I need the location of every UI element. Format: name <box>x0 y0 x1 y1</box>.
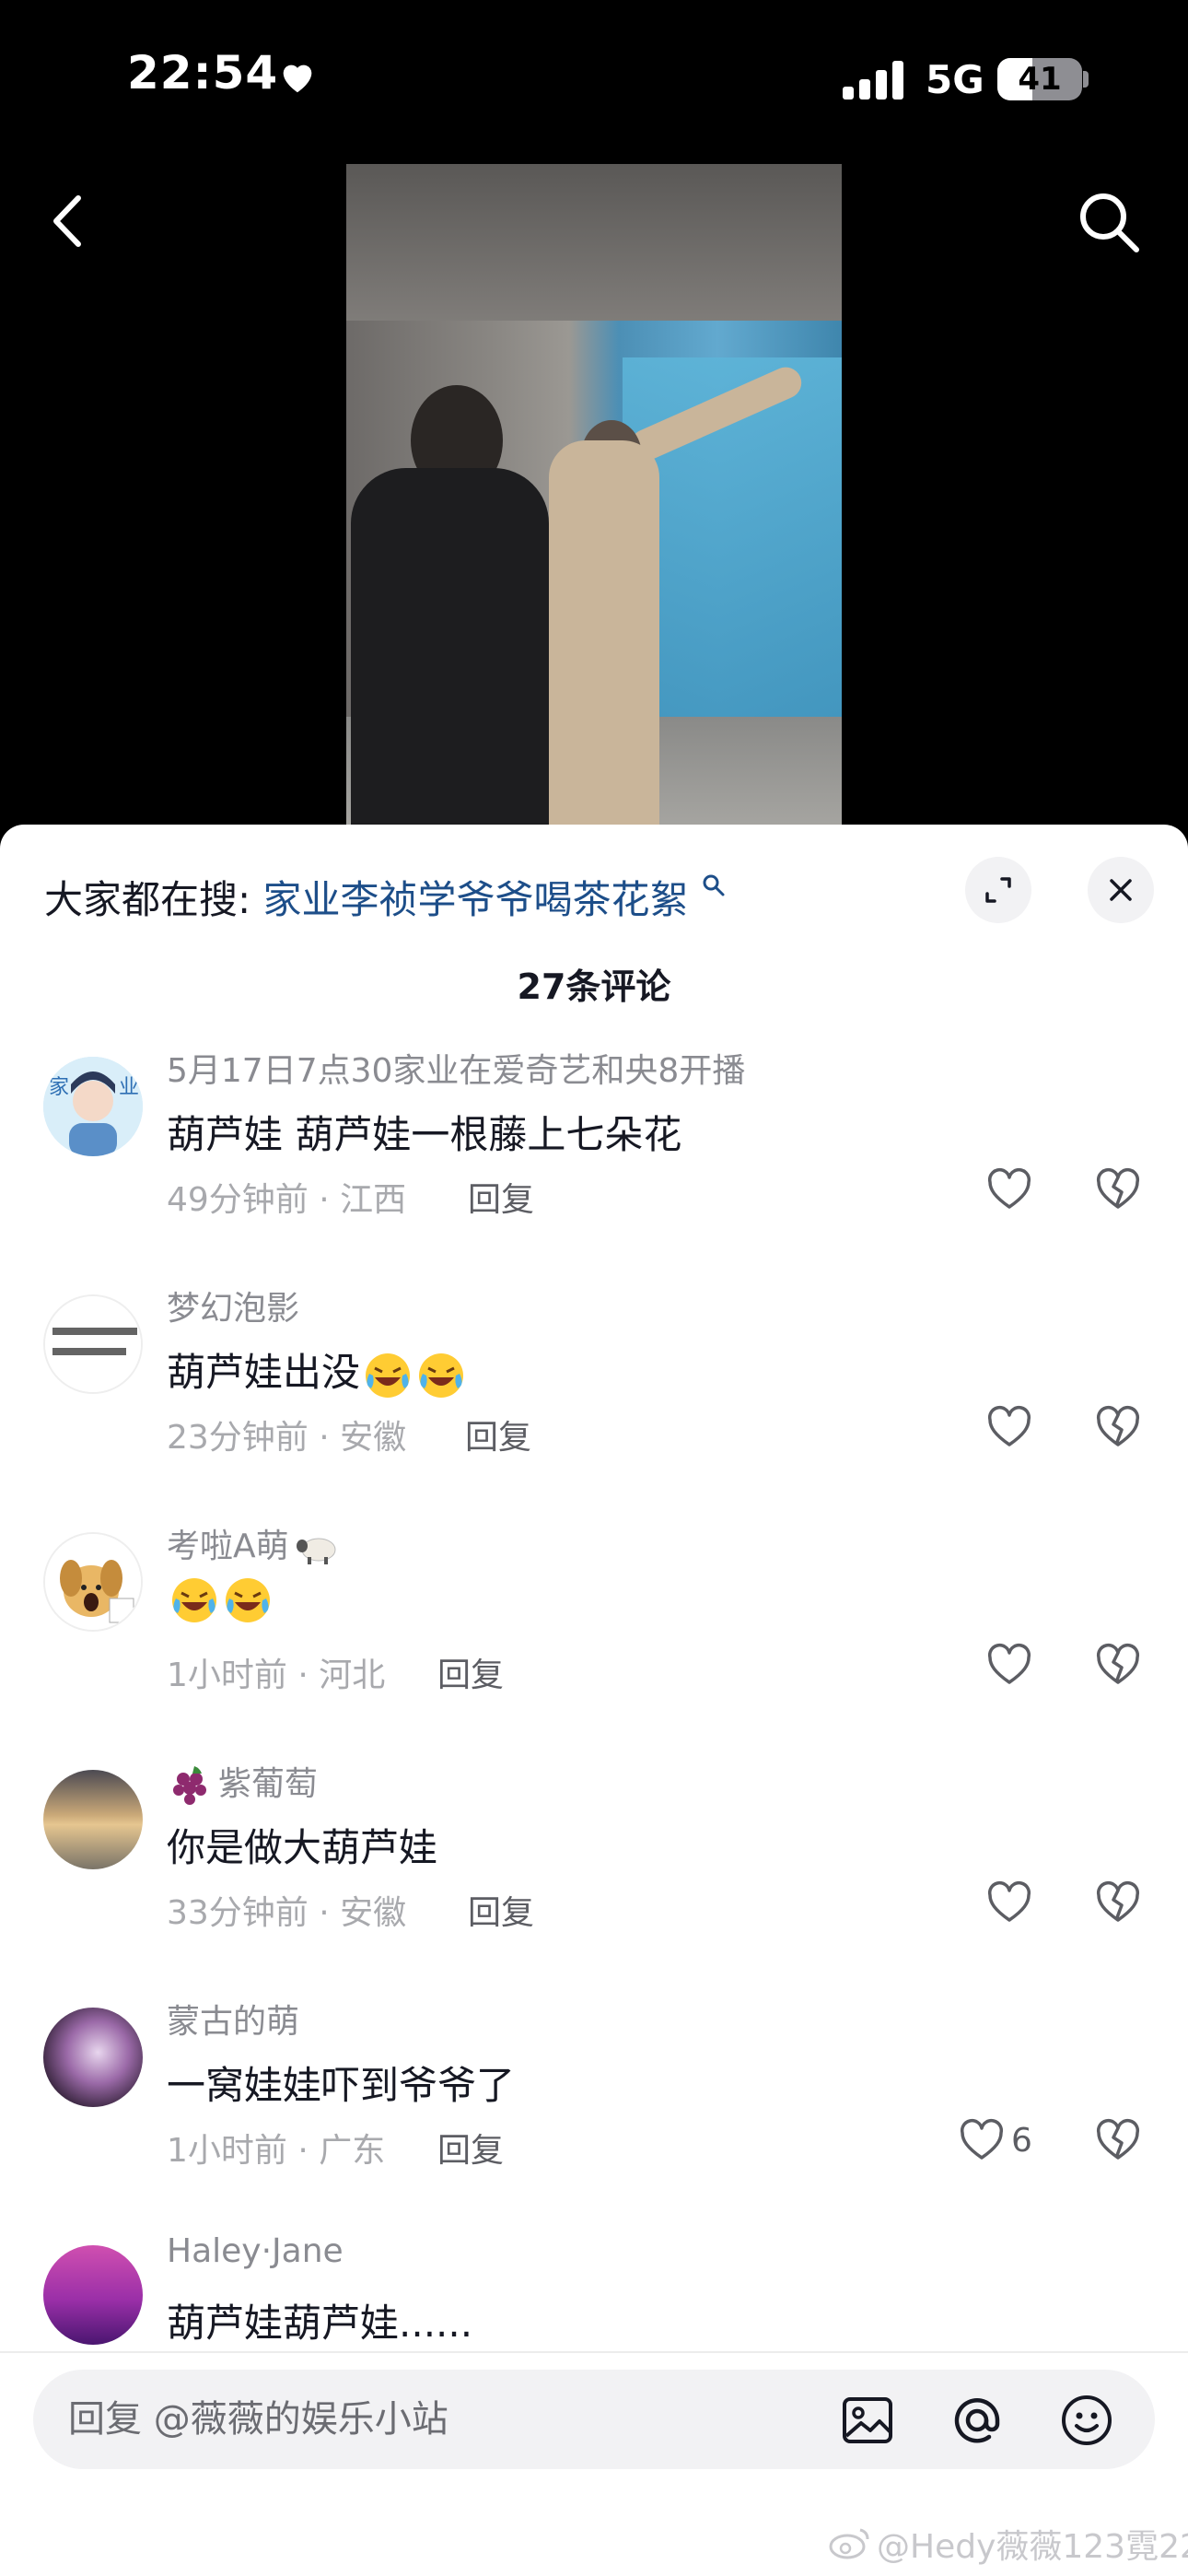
comment-count: 27条评论 <box>517 966 671 1007</box>
comment-item: 家业 5月17日7点30家业在爱奇艺和央8开播 葫芦娃 葫芦娃一根藤上七朵花 4… <box>0 1035 1188 1272</box>
video-ceiling <box>346 164 842 321</box>
avatar[interactable]: 家业 <box>43 1057 143 1156</box>
comment-username[interactable]: 考啦A萌 <box>167 1519 339 1567</box>
status-bar: 22:54 5G 41 <box>0 0 1188 157</box>
chevron-left-icon[interactable] <box>41 189 97 253</box>
avatar[interactable] <box>43 1532 143 1632</box>
avatar[interactable] <box>43 1294 143 1394</box>
battery-level: 41 <box>1018 61 1062 98</box>
video-person <box>351 468 549 832</box>
emoji-icon[interactable] <box>1058 2392 1115 2449</box>
expand-button[interactable] <box>965 857 1031 923</box>
avatar[interactable] <box>43 1770 143 1869</box>
reply-button[interactable]: 回复 <box>465 1411 531 1458</box>
comment-username-text: 紫葡萄 <box>218 1765 319 1803</box>
broken-heart-icon[interactable] <box>1094 1165 1142 1213</box>
laugh-cry-emoji-icon <box>419 1352 464 1398</box>
broken-heart-icon[interactable] <box>1094 1641 1142 1689</box>
comment-item: 考啦A萌 1小时前 · 河北 回复 <box>0 1510 1188 1748</box>
video-player[interactable] <box>346 164 842 832</box>
comment-meta: 1小时前 · 广东 <box>167 2132 386 2170</box>
heart-icon[interactable] <box>985 1641 1033 1689</box>
comment-username[interactable]: 紫葡萄 <box>167 1757 318 1809</box>
comment-text <box>167 1575 274 1626</box>
comment-sheet: 大家都在搜: 家业李祯学爷爷喝茶花絮 27条评论 家业 5月17日7点30家业在… <box>0 825 1188 2576</box>
reply-button[interactable]: 回复 <box>437 2124 504 2172</box>
comment-username-text: 考啦A萌 <box>167 1528 289 1565</box>
svg-text:业: 业 <box>119 1076 139 1099</box>
close-icon <box>1110 879 1132 901</box>
comment-username[interactable]: 蒙古的萌 <box>167 1995 299 2043</box>
laugh-cry-emoji-icon <box>172 1578 216 1622</box>
comment-username[interactable]: Haley·Jane <box>167 2232 344 2270</box>
watermark: @Hedy薇薇123霓22 <box>877 2528 1188 2566</box>
heart-icon[interactable] <box>958 2116 1006 2164</box>
comment-username[interactable]: 梦幻泡影 <box>167 1282 299 1329</box>
hot-search[interactable]: 大家都在搜: 家业李祯学爷爷喝茶花絮 <box>44 869 727 925</box>
broken-heart-icon[interactable] <box>1094 2116 1142 2164</box>
network-type: 5G <box>926 57 984 102</box>
comment-meta: 1小时前 · 河北 <box>167 1657 386 1694</box>
comment-text: 你是做大葫芦娃 <box>167 1825 438 1870</box>
comment-item: 紫葡萄 你是做大葫芦娃 33分钟前 · 安徽 回复 <box>0 1748 1188 1985</box>
laugh-cry-emoji-icon <box>366 1352 411 1398</box>
expand-icon <box>985 877 1011 903</box>
avatar[interactable] <box>43 2245 143 2345</box>
heart-icon[interactable] <box>985 1879 1033 1926</box>
comment-text: 葫芦娃出没 <box>167 1341 467 1401</box>
comment-text: 一窝娃娃吓到爷爷了 <box>167 2063 516 2108</box>
heart-icon[interactable] <box>985 1165 1033 1213</box>
close-button[interactable] <box>1088 857 1154 923</box>
reply-button[interactable]: 回复 <box>437 1648 504 1696</box>
video-person <box>549 440 659 832</box>
status-time: 22:54 <box>127 46 279 100</box>
comment-item: 蒙古的萌 一窝娃娃吓到爷爷了 1小时前 · 广东 回复 6 <box>0 1985 1188 2223</box>
laugh-cry-emoji-icon <box>226 1578 270 1622</box>
broken-heart-icon[interactable] <box>1094 1879 1142 1926</box>
comment-meta: 33分钟前 · 安徽 <box>167 1894 407 1932</box>
sheep-emoji-icon <box>296 1538 336 1564</box>
comment-item: 梦幻泡影 葫芦娃出没 23分钟前 · 安徽 回复 <box>0 1272 1188 1510</box>
weibo-logo-icon <box>829 2528 869 2559</box>
search-icon <box>703 874 725 896</box>
search-icon[interactable] <box>1076 189 1142 255</box>
hot-search-label: 大家都在搜: <box>44 877 251 922</box>
reply-button[interactable]: 回复 <box>468 1886 534 1934</box>
comment-meta: 23分钟前 · 安徽 <box>167 1419 407 1457</box>
image-icon[interactable] <box>839 2392 896 2449</box>
broken-heart-icon[interactable] <box>1094 1403 1142 1451</box>
comment-text: 葫芦娃葫芦娃...... <box>167 2301 473 2346</box>
signal-icon <box>843 61 903 100</box>
reply-button[interactable]: 回复 <box>468 1173 534 1221</box>
grapes-emoji-icon <box>173 1766 206 1805</box>
heart-icon <box>283 64 312 93</box>
comment-text-content: 葫芦娃出没 <box>167 1350 361 1395</box>
hot-search-term[interactable]: 家业李祯学爷爷喝茶花絮 <box>263 877 689 922</box>
avatar[interactable] <box>43 2008 143 2107</box>
comment-text: 葫芦娃 葫芦娃一根藤上七朵花 <box>167 1112 682 1157</box>
like-count: 6 <box>1011 2122 1032 2160</box>
at-icon[interactable] <box>949 2392 1006 2449</box>
battery-icon: 41 <box>997 58 1082 100</box>
comment-username[interactable]: 5月17日7点30家业在爱奇艺和央8开播 <box>167 1044 745 1092</box>
battery-tip <box>1083 71 1089 88</box>
heart-icon[interactable] <box>985 1403 1033 1451</box>
svg-text:家: 家 <box>49 1076 69 1099</box>
comment-meta: 49分钟前 · 江西 <box>167 1181 407 1219</box>
